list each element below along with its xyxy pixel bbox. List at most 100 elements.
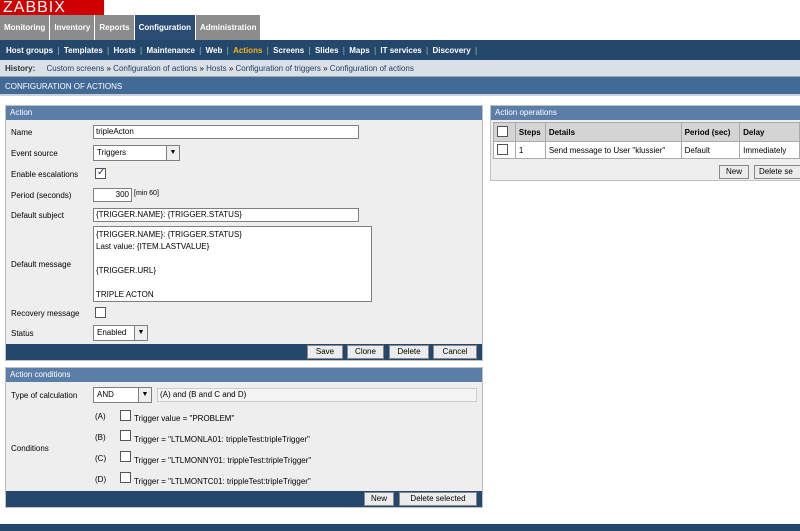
action-button-bar: Save Clone Delete Cancel [6, 344, 482, 360]
tab-inventory[interactable]: Inventory [50, 15, 96, 40]
period-input[interactable]: 300 [93, 188, 132, 202]
main-tabs: Monitoring Inventory Reports Configurati… [0, 15, 262, 40]
delay-cell: Immediately [739, 141, 800, 159]
default-message-label: Default message [11, 260, 72, 269]
menu-maps[interactable]: Maps [346, 46, 372, 55]
footer-bar [0, 524, 800, 531]
new-condition-button[interactable]: New [364, 492, 394, 506]
event-source-select[interactable]: Triggers ▼ [93, 145, 180, 161]
condition-checkbox[interactable] [120, 472, 131, 483]
menu-screens[interactable]: Screens [270, 46, 307, 55]
period-hint: [min 60] [134, 190, 159, 197]
default-subject-input[interactable]: {TRIGGER.NAME}: {TRIGGER.STATUS} [93, 208, 359, 222]
steps-cell: 1 [514, 141, 546, 159]
column-header[interactable]: Period (sec) [680, 122, 741, 142]
period-label: Period (seconds) [11, 191, 72, 200]
chevron-down-icon: ▼ [134, 326, 147, 340]
menu-maintenance[interactable]: Maintenance [143, 46, 197, 55]
condition-text: Trigger = "LTLMONTC01: trippleTest:tripl… [134, 477, 311, 486]
message-line [96, 253, 369, 265]
history-link[interactable]: Hosts [206, 64, 226, 73]
condition-text: Trigger = "LTLMONLA01: trippleTest:tripl… [134, 435, 310, 444]
column-header[interactable]: Details [544, 122, 682, 142]
event-source-value: Triggers [97, 148, 127, 157]
message-line: Last value: {ITEM.LASTVALUE} [96, 242, 210, 251]
condition-letter: (C) [95, 454, 107, 463]
history-label: History: [5, 64, 36, 73]
recovery-message-checkbox[interactable] [95, 307, 106, 318]
period-cell: Default [680, 141, 741, 159]
condition-text: Trigger value = "PROBLEM" [134, 414, 235, 423]
type-of-calculation-select[interactable]: AND ▼ [93, 387, 152, 403]
new-operation-button[interactable]: New [719, 165, 749, 179]
condition-letter: (B) [95, 433, 106, 442]
recovery-message-label: Recovery message [11, 309, 80, 318]
action-panel: Action Name tripleActon Event source Tri… [5, 105, 483, 361]
cancel-button[interactable]: Cancel [433, 345, 477, 359]
conditions-button-bar: New Delete selected [6, 491, 482, 507]
sub-menu: Host groups | Templates | Hosts | Maintenan… [0, 40, 800, 60]
enable-escalations-checkbox[interactable] [95, 167, 106, 179]
chevron-down-icon: ▼ [138, 388, 151, 402]
row-checkbox[interactable] [497, 143, 508, 155]
operations-panel: Action operations Steps Details Period (… [490, 105, 800, 181]
tab-reports[interactable]: Reports [95, 15, 135, 40]
status-value: Enabled [97, 328, 127, 337]
menu-web[interactable]: Web [203, 46, 226, 55]
conditions-panel: Action conditions Type of calculation AN… [5, 367, 483, 508]
menu-discovery[interactable]: Discovery [429, 46, 473, 55]
menu-it-services[interactable]: IT services [377, 46, 424, 55]
operations-header-row: Steps Details Period (sec) Delay [493, 122, 800, 142]
select-all-checkbox[interactable] [497, 125, 508, 137]
zabbix-logo: ZABBIX [0, 0, 104, 15]
history-link[interactable]: Configuration of actions [330, 64, 414, 73]
delete-button[interactable]: Delete [389, 345, 429, 359]
tab-configuration[interactable]: Configuration [134, 15, 197, 40]
name-input[interactable]: tripleActon [93, 125, 359, 139]
menu-slides[interactable]: Slides [312, 46, 342, 55]
conditions-panel-header: Action conditions [6, 368, 482, 382]
tab-administration[interactable]: Administration [196, 15, 262, 40]
message-line: {TRIGGER.URL} [96, 266, 157, 275]
name-label: Name [11, 128, 33, 137]
condition-letter: (A) [95, 412, 106, 421]
default-message-textarea[interactable]: {TRIGGER.NAME}: {TRIGGER.STATUS} Last va… [93, 226, 372, 302]
column-header[interactable]: Steps [514, 122, 546, 142]
save-button[interactable]: Save [307, 345, 343, 359]
select-all-cell [493, 122, 516, 142]
table-row: 1 Send message to User "klussier" Defaul… [493, 141, 800, 159]
default-subject-label: Default subject [11, 211, 64, 220]
action-panel-header: Action [6, 106, 482, 120]
message-line: TRIPLE ACTON [96, 290, 154, 299]
type-of-calculation-value: AND [97, 390, 114, 399]
delete-selected-conditions-button[interactable]: Delete selected [399, 492, 477, 506]
enable-escalations-label: Enable escalations [11, 170, 79, 179]
condition-checkbox[interactable] [120, 430, 131, 441]
menu-actions[interactable]: Actions [230, 46, 265, 55]
operations-table: Steps Details Period (sec) Delay 1 Send … [493, 122, 800, 159]
condition-letter: (D) [95, 475, 107, 484]
type-of-calculation-label: Type of calculation [11, 391, 78, 400]
condition-checkbox[interactable] [120, 451, 131, 462]
chevron-down-icon: ▼ [166, 146, 179, 160]
details-cell[interactable]: Send message to User "klussier" [544, 141, 682, 159]
tab-monitoring[interactable]: Monitoring [0, 15, 51, 40]
event-source-label: Event source [11, 149, 58, 158]
condition-text: Trigger = "LTLMONNY01: trippleTest:tripl… [134, 456, 312, 465]
delete-selected-operations-button[interactable]: Delete se [754, 165, 800, 179]
status-select[interactable]: Enabled ▼ [93, 325, 148, 341]
history-link[interactable]: Configuration of actions [113, 64, 197, 73]
page-title: CONFIGURATION OF ACTIONS [0, 77, 800, 96]
conditions-label: Conditions [11, 444, 49, 453]
menu-hosts[interactable]: Hosts [111, 46, 139, 55]
status-label: Status [11, 329, 34, 338]
clone-button[interactable]: Clone [347, 345, 384, 359]
message-line [96, 277, 369, 289]
menu-host-groups[interactable]: Host groups [3, 46, 56, 55]
history-link[interactable]: Custom screens [46, 64, 104, 73]
menu-templates[interactable]: Templates [61, 46, 106, 55]
condition-checkbox[interactable] [120, 410, 131, 421]
row-select-cell [493, 141, 516, 159]
column-header[interactable]: Delay [739, 122, 800, 142]
history-link[interactable]: Configuration of triggers [236, 64, 321, 73]
